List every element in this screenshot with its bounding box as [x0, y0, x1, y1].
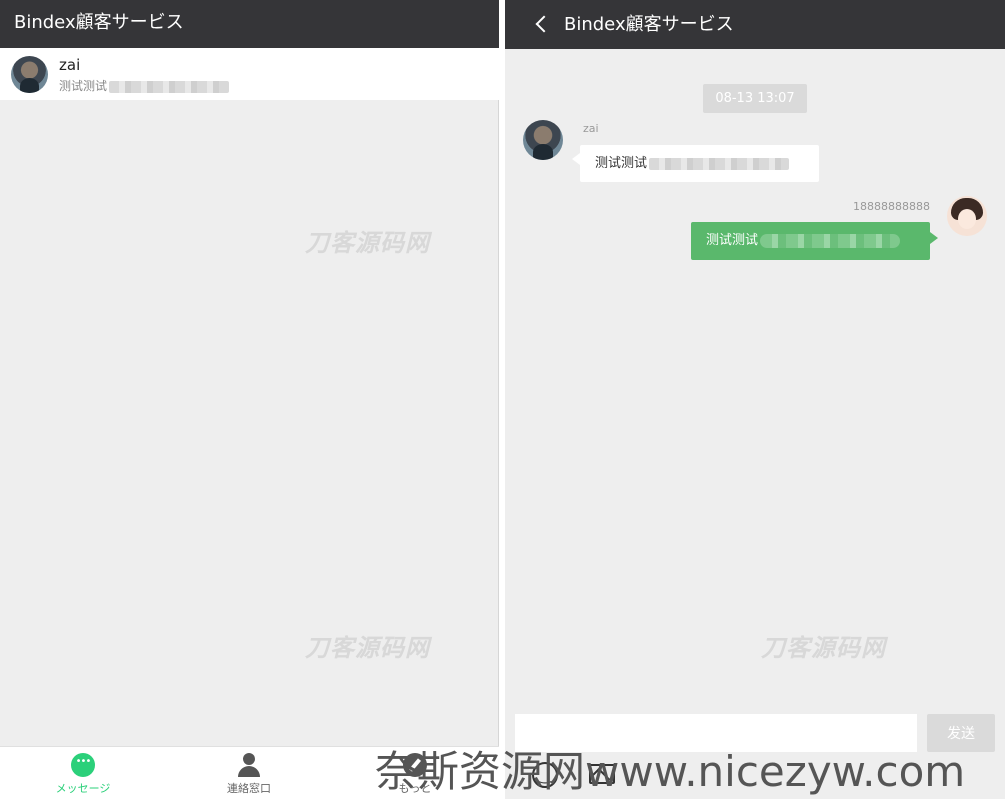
outgoing-message-bubble: 测试测试 — [691, 222, 938, 260]
back-icon[interactable] — [531, 12, 555, 36]
person-icon — [237, 753, 261, 777]
conversation-list-panel: Bindex顧客サービス zai 测试测试 刀客源码网 刀客源码网 メッセージ … — [0, 0, 499, 799]
conversation-name: zai — [59, 56, 81, 74]
chat-title: Bindex顧客サービス — [564, 14, 734, 35]
chat-panel: Bindex顧客サービス 08-13 13:07 zai 测试测试 188888… — [505, 0, 1005, 799]
outgoing-message-text: 测试测试 — [706, 233, 759, 248]
avatar — [947, 196, 987, 236]
nav-tab-label: 連絡窓口 — [227, 782, 271, 795]
avatar — [523, 120, 563, 160]
incoming-sender-name: zai — [583, 122, 599, 135]
outgoing-sender-name: 18888888888 — [853, 200, 930, 213]
watermark-text: 刀客源码网 — [305, 634, 430, 662]
incoming-message-text: 测试测试 — [595, 156, 648, 171]
nav-tab-label: メッセージ — [55, 782, 111, 795]
blurred-text — [760, 233, 901, 248]
blurred-text — [109, 80, 230, 93]
chat-header: Bindex顧客サービス — [505, 0, 1005, 49]
footer-watermark: 奈斯资源网www.nicezyw.com — [375, 747, 966, 796]
incoming-message-bubble: 测试测试 — [572, 145, 819, 182]
watermark-text: 刀客源码网 — [761, 634, 886, 662]
conversation-preview-text: 测试测试 — [59, 79, 108, 93]
nav-tab-contacts[interactable]: 連絡窓口 — [166, 747, 332, 799]
blurred-text — [649, 157, 790, 170]
watermark-text: 刀客源码网 — [305, 229, 430, 257]
left-header-title: Bindex顧客サービス — [0, 0, 499, 48]
conversation-item-zai[interactable]: zai 测试测试 — [0, 48, 499, 100]
message-icon — [71, 753, 95, 777]
avatar — [11, 56, 48, 93]
conversation-preview: 测试测试 — [59, 77, 230, 94]
nav-tab-messages[interactable]: メッセージ — [0, 747, 166, 799]
timestamp-badge: 08-13 13:07 — [703, 84, 807, 113]
